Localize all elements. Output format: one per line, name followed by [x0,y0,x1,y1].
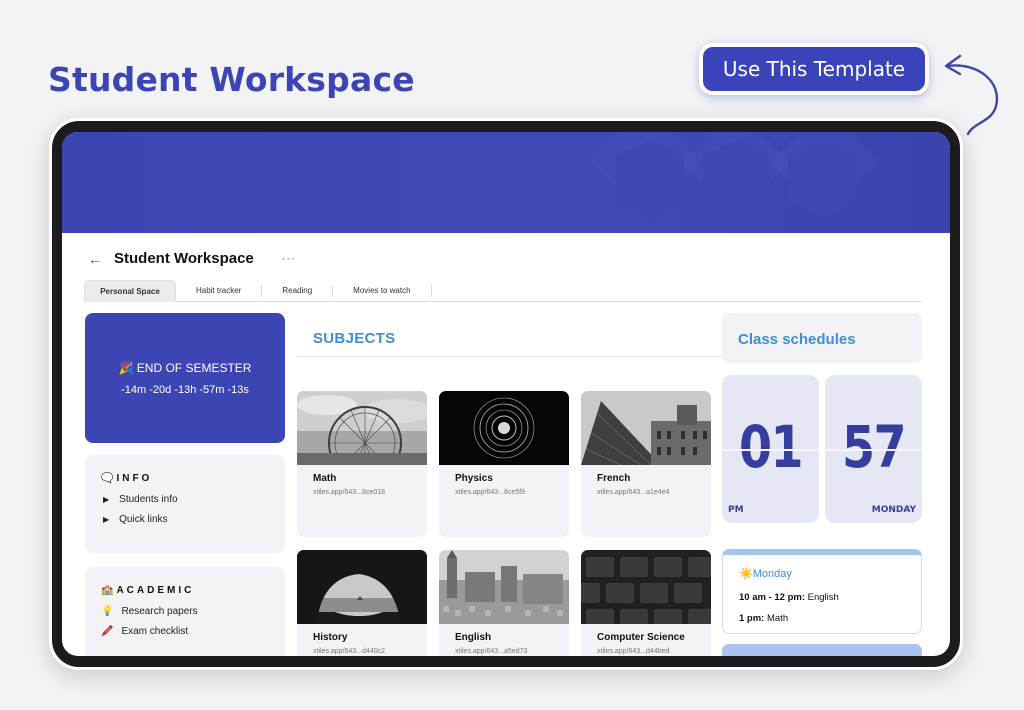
lightbulb-icon: 💡 [101,606,114,617]
tab-personal-space[interactable]: Personal Space [84,280,176,302]
subject-url[interactable]: xtiles.app/643...8ce5f9 [439,484,569,496]
subject-card-computer-science[interactable]: Computer Science xtiles.app/643...d44bed [581,550,711,656]
schedule-row: 1 pm: Math [739,613,921,624]
clock-hours-value: 01 [739,413,804,481]
link-label: Research papers [121,606,198,617]
link-research-papers[interactable]: 💡 Research papers [101,606,269,617]
toggle-label: Quick links [119,514,168,525]
subject-name: Computer Science [597,632,685,643]
cave-image [297,550,427,624]
clock-day: MONDAY [871,505,916,515]
info-card: 🗨️INFO ▶ Students info ▶ Quick links [85,455,285,553]
flip-clock: 01 PM 57 MONDAY [722,375,922,523]
crayon-icon: 🖍️ [101,626,114,637]
workspace-header: ← Student Workspace ··· [88,250,296,267]
monday-schedule-card: ☀️Monday 10 am - 12 pm: English 1 pm: Ma… [722,549,922,634]
tab-reading[interactable]: Reading [262,280,332,302]
workspace-title: Student Workspace [114,250,254,267]
louvre-image [581,391,711,465]
class-schedules-heading: Class schedules [722,313,922,363]
tab-bar: Personal Space Habit tracker Reading Mov… [84,280,922,302]
flip-divider [722,449,819,451]
schedule-subject: English [807,592,839,603]
rings-image [439,391,569,465]
schedule-row: 10 am - 12 pm: English [739,592,921,603]
clock-minutes-value: 57 [842,413,907,481]
subject-url[interactable]: xtiles.app/643...a1e4e4 [581,484,711,496]
subjects-heading: SUBJECTS [297,313,771,357]
subject-card-math[interactable]: Math xtiles.app/643...8ce018 [297,391,427,537]
tab-habit-tracker[interactable]: Habit tracker [176,280,261,302]
subject-name: Math [313,473,337,484]
back-arrow-icon[interactable]: ← [88,251,102,267]
london-image [439,550,569,624]
schedule-time: 10 am - 12 pm: [739,592,805,603]
academic-heading: 🏫ACADEMIC [101,585,195,596]
subject-card-history[interactable]: History xtiles.app/643...d440c2 [297,550,427,656]
subject-name: French [597,473,631,484]
subject-url[interactable]: xtiles.app/643...a5ed73 [439,643,569,655]
subject-card-physics[interactable]: Physics xtiles.app/643...8ce5f9 [439,391,569,537]
link-exam-checklist[interactable]: 🖍️ Exam checklist [101,626,269,637]
next-day-card [722,644,922,656]
subject-name: Physics [455,473,493,484]
more-options-icon[interactable]: ··· [282,253,296,265]
cover-banner [62,132,950,233]
toggle-quick-links[interactable]: ▶ Quick links [101,514,269,525]
clock-minutes: 57 MONDAY [825,375,922,523]
countdown-time: -14m -20d -13h -57m -13s [121,383,249,396]
subject-name: History [313,632,348,643]
toggle-label: Students info [119,494,178,505]
subject-url[interactable]: xtiles.app/643...8ce018 [297,484,427,496]
use-template-button[interactable]: Use This Template [699,43,929,95]
semester-countdown: 🎉 END OF SEMESTER -14m -20d -13h -57m -1… [85,313,285,443]
toggle-triangle-icon: ▶ [103,495,110,504]
schedule-time: 1 pm: [739,613,765,624]
day-title: ☀️Monday [739,568,792,580]
subject-name: English [455,632,492,643]
flip-divider [825,449,922,451]
tab-movies-to-watch[interactable]: Movies to watch [333,280,430,302]
toggle-students-info[interactable]: ▶ Students info [101,494,269,505]
subject-url[interactable]: xtiles.app/643...d440c2 [297,643,427,655]
clock-hours: 01 PM [722,375,819,523]
subject-card-french[interactable]: French xtiles.app/643...a1e4e4 [581,391,711,537]
clock-period: PM [728,505,744,515]
academic-card: 🏫ACADEMIC 💡 Research papers 🖍️ Exam chec… [85,567,285,656]
ferris-wheel-image [297,391,427,465]
info-heading: 🗨️INFO [101,473,153,484]
toggle-triangle-icon: ▶ [103,515,110,524]
app-screen: ← Student Workspace ··· Personal Space H… [62,132,950,656]
page-title: Student Workspace [48,60,415,99]
tab-divider [430,285,432,297]
subject-card-english[interactable]: English xtiles.app/643...a5ed73 [439,550,569,656]
keyboard-image [581,550,711,624]
schedule-subject: Math [766,613,789,624]
link-label: Exam checklist [121,626,189,637]
subject-url[interactable]: xtiles.app/643...d44bed [581,643,711,655]
countdown-title: 🎉 END OF SEMESTER [118,360,252,375]
